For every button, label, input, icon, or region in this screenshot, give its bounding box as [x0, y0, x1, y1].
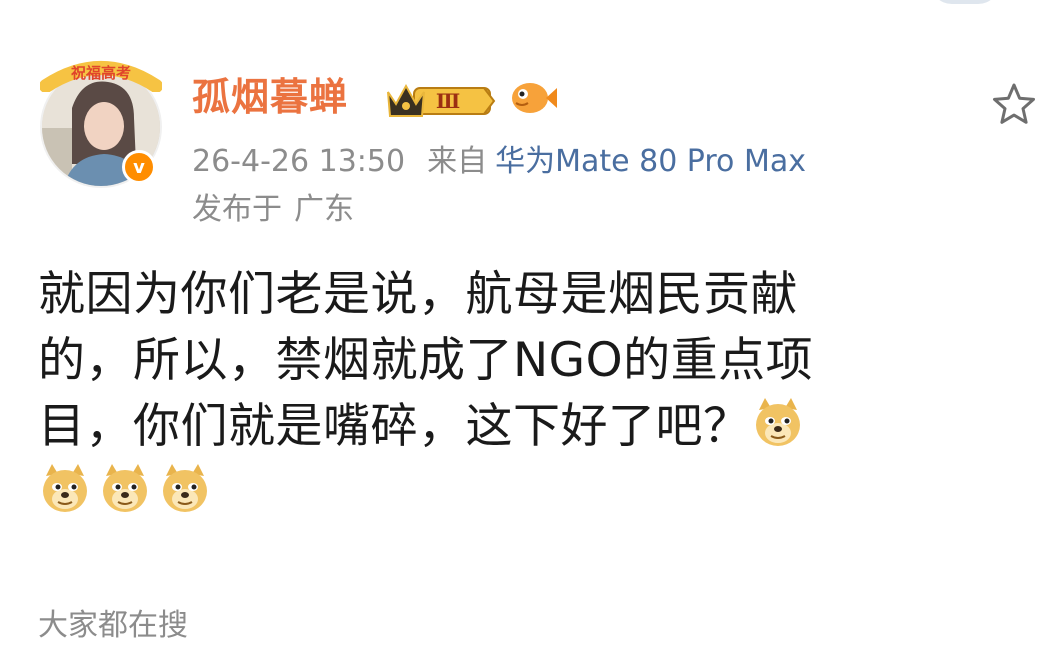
content-line: 就因为你们老是说，航母是烟民贡献	[38, 267, 798, 322]
from-label: 来自	[427, 144, 488, 179]
content-line: 的，所以，禁烟就成了NGO的重点项	[38, 333, 814, 388]
post-meta: 26-4-26 13:50 来自 华为Mate 80 Pro Max	[192, 142, 806, 182]
search-hint[interactable]: 大家都在搜	[38, 606, 188, 646]
post-content: 就因为你们老是说，航母是烟民贡献 的，所以，禁烟就成了NGO的重点项 目，你们就…	[38, 262, 1013, 526]
content-line-text: 目，你们就是嘴碎，这下好了吧？	[38, 399, 751, 454]
emoji-row	[38, 460, 1013, 526]
avatar-frame-banner: 祝福高考	[40, 61, 162, 92]
post-time: 26-4-26 13:50	[192, 144, 406, 179]
location-label: 发布于	[192, 192, 282, 227]
fish-icon	[512, 83, 557, 113]
doge-emoji	[98, 462, 152, 516]
avatar-wrapper[interactable]: 祝福高考 v	[38, 52, 164, 188]
location-value: 广东	[294, 192, 354, 227]
favorite-star-icon[interactable]	[990, 80, 1038, 128]
svg-text:祝福高考: 祝福高考	[71, 64, 131, 82]
username[interactable]: 孤烟暮蝉	[192, 72, 348, 122]
doge-emoji	[751, 396, 805, 450]
top-decoration	[930, 0, 1000, 4]
doge-emoji	[38, 462, 92, 516]
doge-emoji	[158, 462, 212, 516]
svg-text:Ⅲ: Ⅲ	[436, 89, 460, 113]
verified-v-icon: v	[122, 150, 156, 184]
device-link[interactable]: 华为Mate 80 Pro Max	[495, 144, 806, 179]
crown-badge-icon[interactable]: Ⅲ	[384, 76, 496, 120]
content-line: 目，你们就是嘴碎，这下好了吧？	[38, 394, 1013, 460]
post-location: 发布于 广东	[192, 190, 354, 230]
